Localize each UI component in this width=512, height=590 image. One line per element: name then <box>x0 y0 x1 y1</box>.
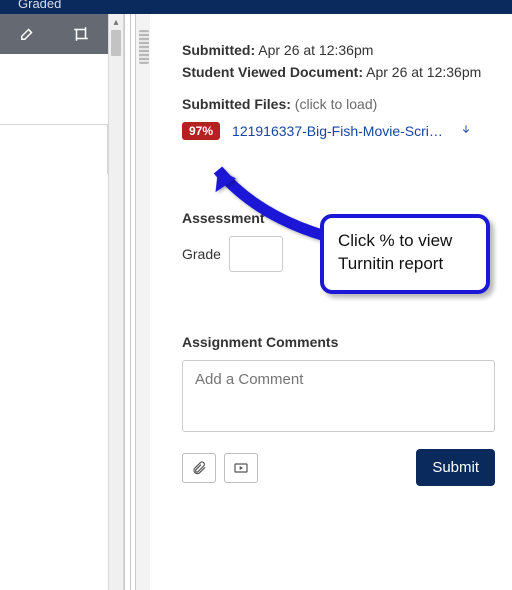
submitted-file-row: 97% 121916337-Big-Fish-Movie-Script.… <box>182 122 495 140</box>
file-link[interactable]: 121916337-Big-Fish-Movie-Script.… <box>232 123 447 139</box>
submit-button[interactable]: Submit <box>416 449 495 486</box>
crop-tool[interactable] <box>54 14 108 54</box>
grade-label: Grade <box>182 246 221 262</box>
comment-actions: Submit <box>182 449 495 486</box>
comment-input[interactable] <box>182 360 495 432</box>
attachment-button[interactable] <box>182 453 216 483</box>
submitted-row: Submitted: Apr 26 at 12:36pm <box>182 42 495 58</box>
scroll-up-icon[interactable]: ▴ <box>109 14 123 30</box>
status-text: Graded <box>18 0 61 11</box>
grading-panel: Submitted: Apr 26 at 12:36pm Student Vie… <box>150 14 512 590</box>
app-topbar: Graded <box>0 0 512 14</box>
files-label: Submitted Files: <box>182 96 291 112</box>
pane-divider[interactable] <box>124 14 150 590</box>
grade-input[interactable] <box>229 236 283 272</box>
brush-tool[interactable] <box>0 14 54 54</box>
document-preview-edge <box>0 124 108 174</box>
viewed-label: Student Viewed Document: <box>182 64 363 80</box>
similarity-badge[interactable]: 97% <box>182 122 220 140</box>
scrollbar-thumb[interactable] <box>111 30 121 56</box>
left-scrollbar[interactable]: ▴ <box>108 14 124 590</box>
callout-text: Click % to view Turnitin report <box>338 231 452 273</box>
files-hint: (click to load) <box>291 96 377 112</box>
comments-section: Assignment Comments Submit <box>182 334 495 486</box>
instruction-callout: Click % to view Turnitin report <box>320 214 490 294</box>
submitted-value: Apr 26 at 12:36pm <box>255 42 373 58</box>
files-header: Submitted Files: (click to load) <box>182 96 495 112</box>
submitted-label: Submitted: <box>182 42 255 58</box>
media-button[interactable] <box>224 453 258 483</box>
download-icon[interactable] <box>459 123 473 140</box>
viewed-row: Student Viewed Document: Apr 26 at 12:36… <box>182 64 495 80</box>
annotation-toolbar <box>0 14 108 54</box>
drag-handle-icon[interactable] <box>139 30 149 64</box>
viewed-value: Apr 26 at 12:36pm <box>363 64 481 80</box>
comments-title: Assignment Comments <box>182 334 495 350</box>
